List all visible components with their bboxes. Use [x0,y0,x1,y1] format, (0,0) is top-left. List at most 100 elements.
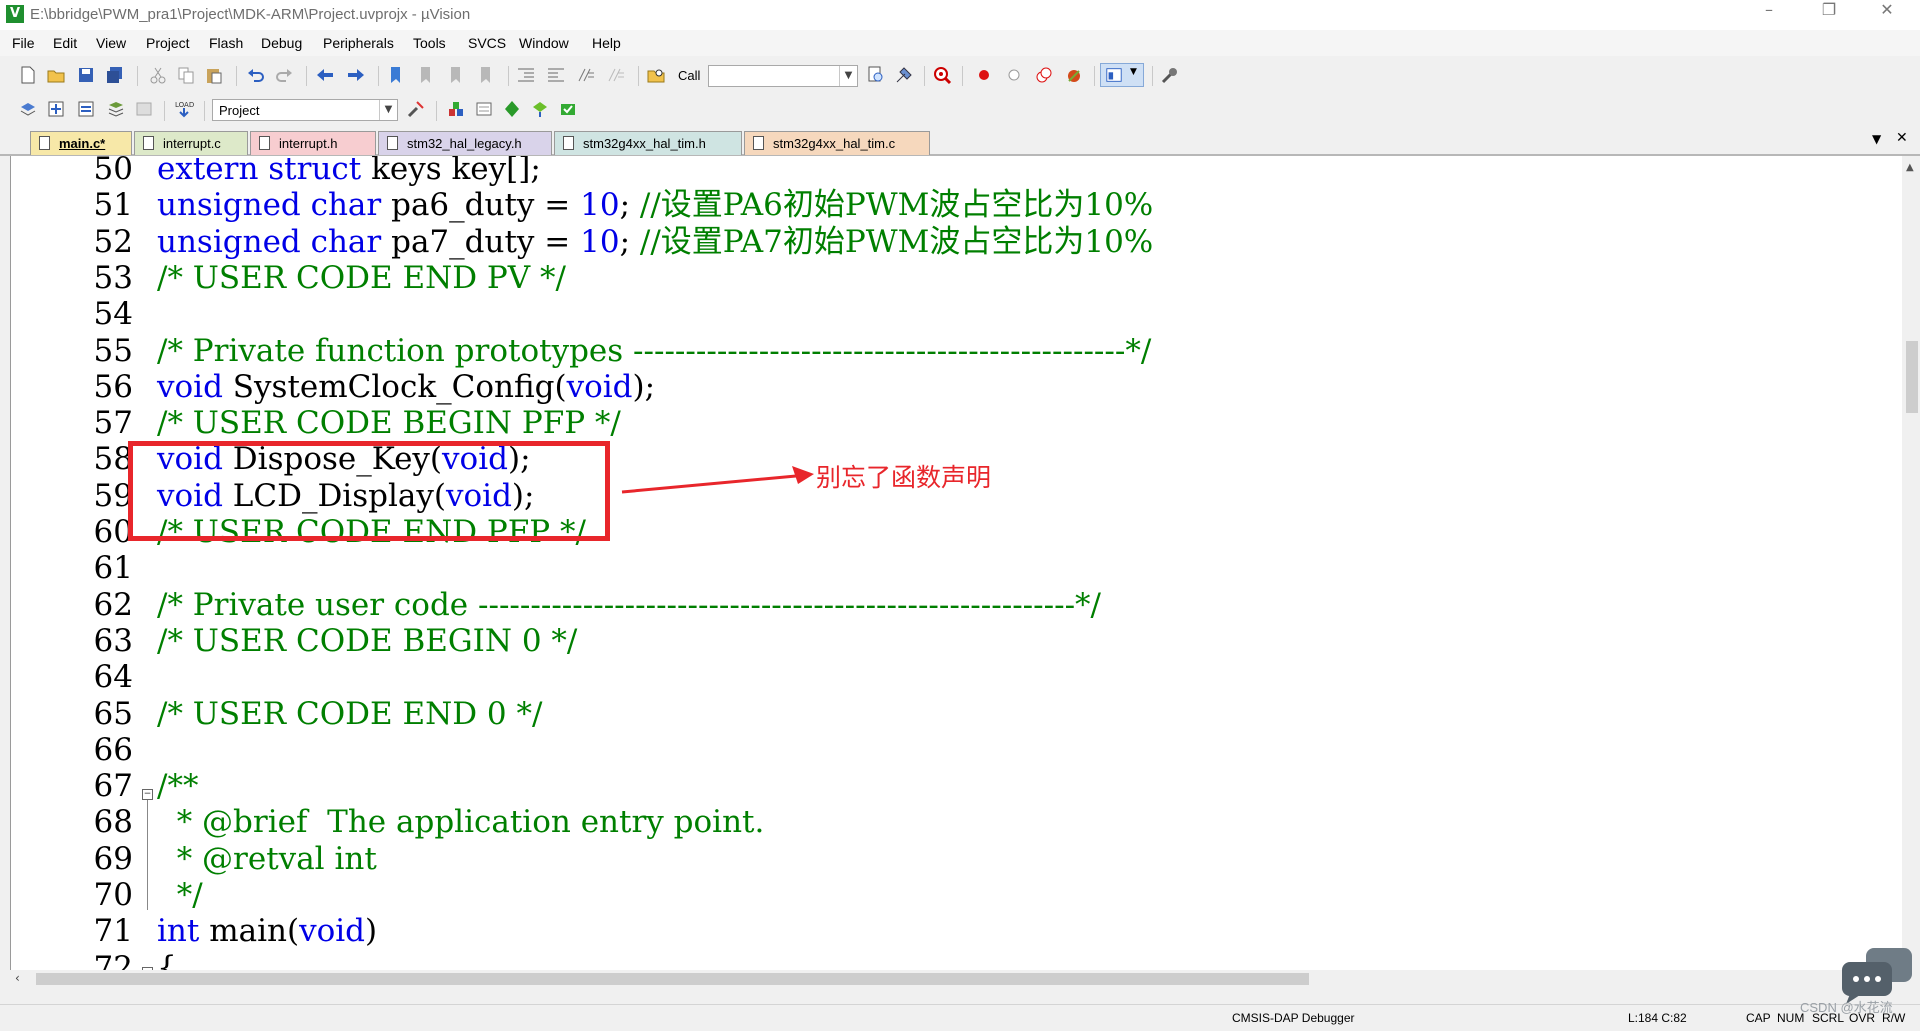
vertical-scroll-thumb[interactable] [1906,341,1918,413]
code-line[interactable]: 68 * @brief The application entry point. [11,804,1891,840]
target-select[interactable]: Project ▼ [212,99,398,121]
select-packs-icon[interactable] [474,99,494,119]
code-line[interactable]: 64 [11,659,1891,695]
batch-build-icon[interactable] [106,99,126,119]
build-icon[interactable] [46,99,66,119]
tab-stm32g4xx-hal-tim-h[interactable]: stm32g4xx_hal_tim.h [554,131,742,155]
comment-icon[interactable] [576,65,596,85]
rebuild-icon[interactable] [76,99,96,119]
undo-icon[interactable] [246,65,266,85]
menu-flash[interactable]: Flash [209,35,243,51]
code-line[interactable]: 71 int main(void) [11,913,1891,949]
menu-view[interactable]: View [96,35,126,51]
indent-icon[interactable] [516,65,536,85]
scroll-left-icon[interactable]: ‹ [15,971,20,985]
manage-packs-icon[interactable] [558,99,578,119]
code-line[interactable]: 57 /* USER CODE BEGIN PFP */ [11,405,1891,441]
code-line[interactable]: 70 */ [11,877,1891,913]
minimize-button[interactable]: – [1746,0,1792,30]
tab-stm32-hal-legacy-h[interactable]: stm32_hal_legacy.h [378,131,552,155]
disable-all-breakpoints-icon[interactable] [1034,65,1054,85]
window-layout-button[interactable]: ▼ [1100,63,1144,87]
menu-peripherals[interactable]: Peripherals [323,35,394,51]
code-line[interactable]: 61 [11,550,1891,586]
menu-tools[interactable]: Tools [413,35,446,51]
navigate-forward-icon[interactable] [346,65,366,85]
tab-stm32g4xx-hal-tim-c[interactable]: stm32g4xx_hal_tim.c [744,131,930,155]
bookmark-prev-icon[interactable] [416,65,436,85]
code-line[interactable]: 72 { [11,950,1891,970]
configure-icon[interactable] [1160,65,1180,85]
save-all-icon[interactable] [105,65,125,85]
open-folder-icon[interactable] [46,65,66,85]
document-icon [39,136,50,150]
bookmark-clear-icon[interactable] [476,65,496,85]
horizontal-scroll-thumb[interactable] [36,973,1309,985]
bookmark-next-icon[interactable] [446,65,466,85]
save-icon[interactable] [76,65,96,85]
copy-icon[interactable] [176,65,196,85]
scroll-up-icon[interactable]: ▲ [1906,162,1914,173]
code-line[interactable]: 51 unsigned char pa6_duty = 10; //设置PA6初始… [11,187,1891,223]
kill-all-breakpoints-icon[interactable] [1064,65,1084,85]
enable-breakpoint-icon[interactable] [1004,65,1024,85]
code-line[interactable]: 66 [11,732,1891,768]
code-line[interactable]: 50 extern struct keys key[]; [11,156,1891,187]
code-editor[interactable]: 50 extern struct keys key[]; 51 unsigned ch… [10,156,1903,970]
target-options-icon[interactable] [406,99,426,119]
tab-list-chevron-icon[interactable]: ▼ [1872,132,1881,146]
redo-icon[interactable] [274,65,294,85]
pack-installer-icon[interactable] [530,99,550,119]
tab-main-c[interactable]: main.c* [30,131,132,155]
download-load-icon[interactable]: LOAD [174,99,194,119]
code-line[interactable]: 69 * @retval int [11,841,1891,877]
restore-button[interactable]: ❐ [1806,0,1852,30]
code-line[interactable]: 52 unsigned char pa7_duty = 10; //设置PA7初始… [11,224,1891,260]
incremental-find-icon[interactable] [894,65,914,85]
menu-debug[interactable]: Debug [261,35,302,51]
code-line[interactable]: 55 /* Private function prototypes -------… [11,333,1891,369]
menu-help[interactable]: Help [592,35,621,51]
code-token: SystemClock_Config( [232,368,567,405]
horizontal-scrollbar[interactable]: ‹ [10,970,1902,988]
insert-breakpoint-icon[interactable] [974,65,994,85]
code-line[interactable]: 67 /** [11,768,1891,804]
navigate-back-icon[interactable] [315,65,335,85]
menu-svcs[interactable]: SVCS [468,35,506,51]
close-tab-icon[interactable]: ✕ [1896,130,1908,146]
cut-icon[interactable] [148,65,168,85]
translate-icon[interactable] [18,99,38,119]
manage-rte-icon[interactable] [502,99,522,119]
stop-build-icon[interactable] [134,99,154,119]
code-line[interactable]: 65 /* USER CODE END 0 */ [11,696,1891,732]
menu-window[interactable]: Window [519,35,569,51]
code-token: void [566,368,633,405]
manage-project-items-icon[interactable] [446,99,466,119]
fold-toggle-icon[interactable]: − [142,789,153,800]
code-token: extern struct [157,156,372,187]
vertical-scrollbar[interactable]: ▲ [1902,156,1920,970]
menu-project[interactable]: Project [146,35,190,51]
paste-icon[interactable] [204,65,224,85]
code-line[interactable]: 62 /* Private user code -----------------… [11,587,1891,623]
tab-interrupt-h[interactable]: interrupt.h [250,131,376,155]
unindent-icon[interactable] [546,65,566,85]
code-line[interactable]: 63 /* USER CODE BEGIN 0 */ [11,623,1891,659]
code-line[interactable]: 56 void SystemClock_Config(void); [11,369,1891,405]
close-button[interactable]: ✕ [1864,0,1910,30]
tab-interrupt-c[interactable]: interrupt.c [134,131,248,155]
code-line[interactable]: 54 [11,296,1891,332]
menu-edit[interactable]: Edit [53,35,77,51]
code-line[interactable]: 53 /* USER CODE END PV */ [11,260,1891,296]
uncomment-icon[interactable] [606,65,626,85]
debug-session-icon[interactable] [932,65,952,85]
find-icon[interactable] [866,65,886,85]
chevron-down-icon[interactable]: ▼ [379,100,397,120]
bookmark-toggle-icon[interactable] [386,65,406,85]
chevron-down-icon[interactable]: ▼ [839,66,857,86]
line-text: * @retval int [157,841,377,877]
find-in-files-icon[interactable] [646,65,666,85]
find-combo[interactable]: ▼ [708,65,858,87]
new-file-icon[interactable] [18,65,38,85]
menu-file[interactable]: File [12,35,35,51]
